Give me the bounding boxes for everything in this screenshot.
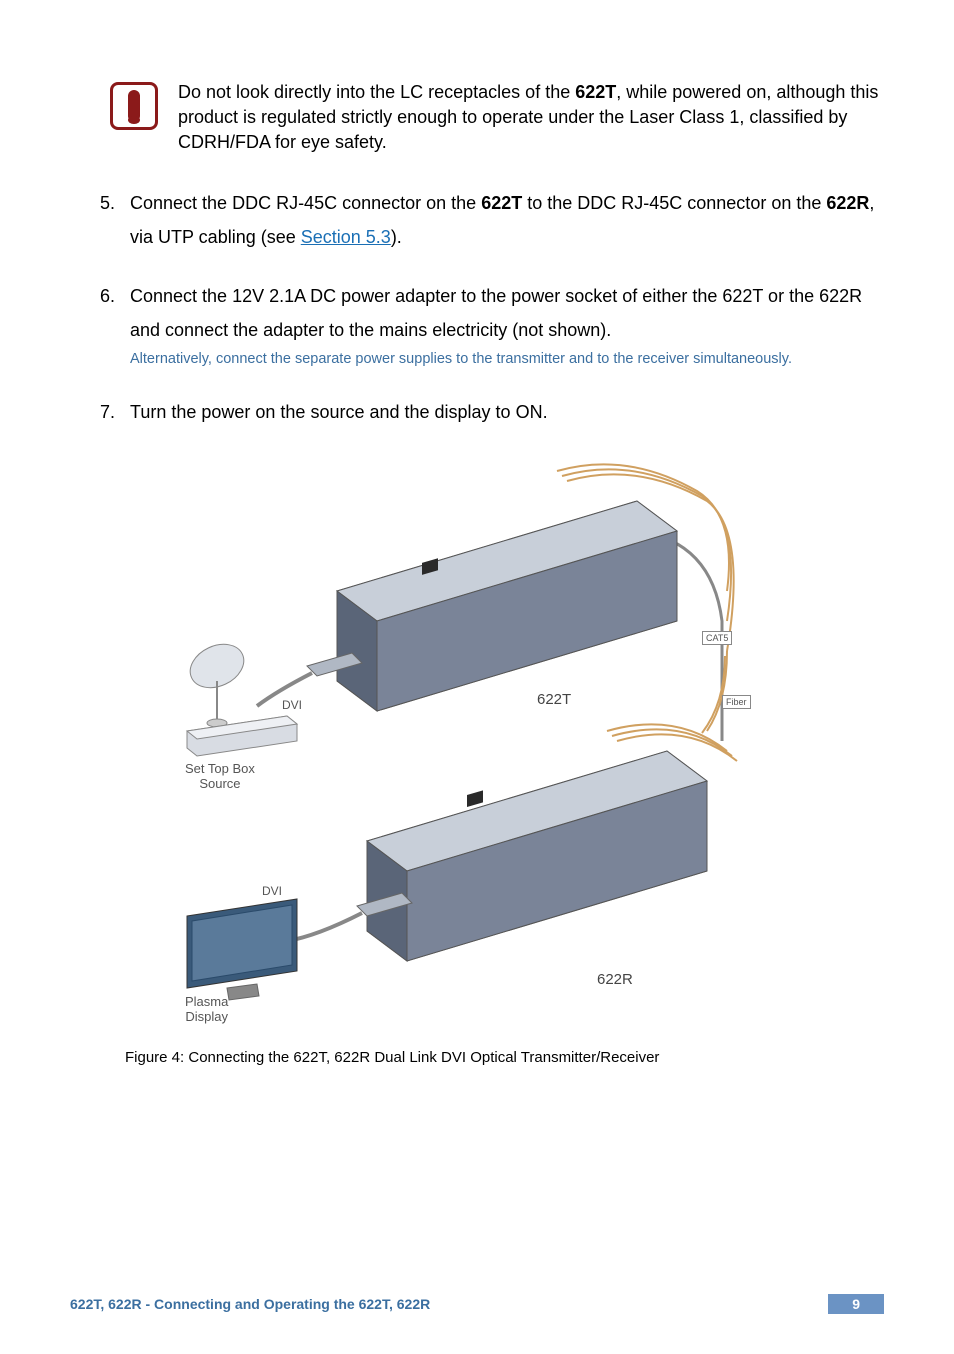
note-text: Alternatively, connect the separate powe…: [130, 349, 884, 369]
list-content: Connect the DDC RJ-45C connector on the …: [130, 186, 884, 254]
connection-diagram: CAT5 Fiber DVI DVI 622T 622R Set Top Box…: [167, 441, 787, 1031]
list-content: Turn the power on the source and the dis…: [130, 395, 884, 429]
list-item-5: 5. Connect the DDC RJ-45C connector on t…: [100, 186, 884, 254]
label-dvi-2: DVI: [262, 884, 282, 898]
diagram-svg: [167, 441, 787, 1031]
label-622r: 622R: [597, 971, 633, 988]
figure-container: CAT5 Fiber DVI DVI 622T 622R Set Top Box…: [70, 441, 884, 1066]
list-number: 5.: [100, 186, 130, 254]
warning-block: Do not look directly into the LC recepta…: [110, 80, 884, 156]
label-dvi-1: DVI: [282, 698, 302, 712]
list-number: 6.: [100, 279, 130, 370]
section-link[interactable]: Section 5.3: [301, 227, 391, 247]
warning-text: Do not look directly into the LC recepta…: [178, 80, 884, 156]
label-cat5: CAT5: [702, 631, 732, 645]
list-content: Connect the 12V 2.1A DC power adapter to…: [130, 279, 884, 370]
list-item-6: 6. Connect the 12V 2.1A DC power adapter…: [100, 279, 884, 370]
figure-caption: Figure 4: Connecting the 622T, 622R Dual…: [125, 1049, 884, 1066]
list-number: 7.: [100, 395, 130, 429]
label-622t: 622T: [537, 691, 571, 708]
instruction-list: 5. Connect the DDC RJ-45C connector on t…: [100, 186, 884, 429]
page-number: 9: [828, 1294, 884, 1314]
label-fiber: Fiber: [722, 695, 751, 709]
page-footer: 622T, 622R - Connecting and Operating th…: [70, 1294, 884, 1314]
list-item-7: 7. Turn the power on the source and the …: [100, 395, 884, 429]
label-source: Set Top Box Source: [185, 761, 255, 791]
footer-title: 622T, 622R - Connecting and Operating th…: [70, 1296, 430, 1312]
warning-icon: [110, 82, 158, 130]
label-display: Plasma Display: [185, 994, 228, 1024]
